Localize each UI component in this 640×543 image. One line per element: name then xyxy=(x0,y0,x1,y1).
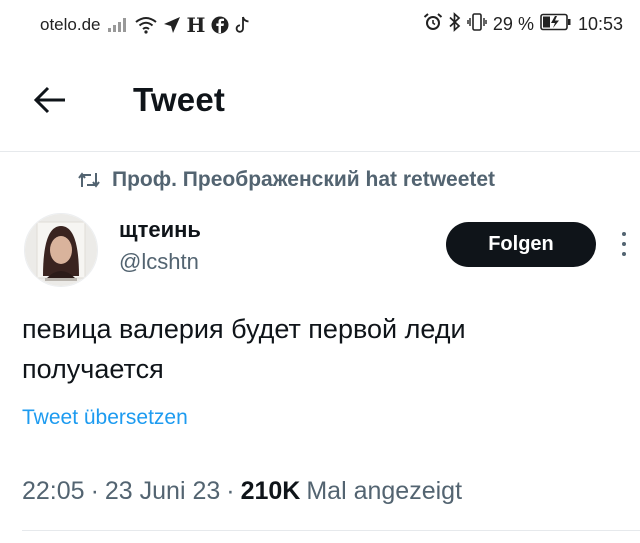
signal-icon xyxy=(107,17,129,33)
back-button[interactable] xyxy=(30,80,70,120)
carrier-label: otelo.de xyxy=(40,15,101,34)
avatar[interactable] xyxy=(24,213,98,287)
retweet-context[interactable]: Проф. Преображенский hat retweetet xyxy=(78,168,495,192)
status-bar-right: 29 % 10:53 xyxy=(423,12,623,37)
facebook-icon xyxy=(211,16,229,34)
separator-dot: · xyxy=(90,477,99,505)
alarm-icon xyxy=(423,12,443,37)
h-icon: H xyxy=(186,13,206,37)
status-bar: otelo.de H 29 % 10:53 xyxy=(0,0,640,48)
retweet-icon xyxy=(78,172,100,188)
translate-link[interactable]: Tweet übersetzen xyxy=(22,406,188,430)
profile-photo xyxy=(25,214,97,286)
more-options-icon[interactable] xyxy=(620,232,628,256)
divider xyxy=(0,151,640,152)
wifi-icon xyxy=(134,16,157,34)
vibrate-icon xyxy=(467,12,487,37)
separator-dot: · xyxy=(226,477,235,505)
bluetooth-icon xyxy=(449,12,461,37)
battery-icon xyxy=(540,13,572,36)
top-bar: Tweet xyxy=(0,58,640,142)
follow-button[interactable]: Folgen xyxy=(446,222,596,267)
arrow-left-icon xyxy=(33,86,65,114)
author-name[interactable]: щтеинь xyxy=(119,217,201,243)
page-title: Tweet xyxy=(133,81,226,118)
tweet-meta: 22:05 · 23 Juni 23 · 210K Mal angezeigt xyxy=(22,477,462,506)
tweet-time[interactable]: 22:05 xyxy=(22,477,85,506)
tweet-date[interactable]: 23 Juni 23 xyxy=(105,477,220,506)
clock: 10:53 xyxy=(577,14,623,34)
status-bar-left: otelo.de H xyxy=(40,13,251,37)
author-handle[interactable]: @lcshtn xyxy=(119,249,199,275)
navigation-icon xyxy=(163,16,181,34)
divider xyxy=(22,530,640,531)
tweet-text: певица валерия будет первой леди получае… xyxy=(22,314,466,384)
tiktok-icon xyxy=(235,16,251,34)
view-count-label: Mal angezeigt xyxy=(306,477,463,505)
battery-percent: 29 % xyxy=(492,14,534,34)
retweet-label: Проф. Преображенский hat retweetet xyxy=(112,168,496,191)
view-count: 210K xyxy=(240,477,301,505)
